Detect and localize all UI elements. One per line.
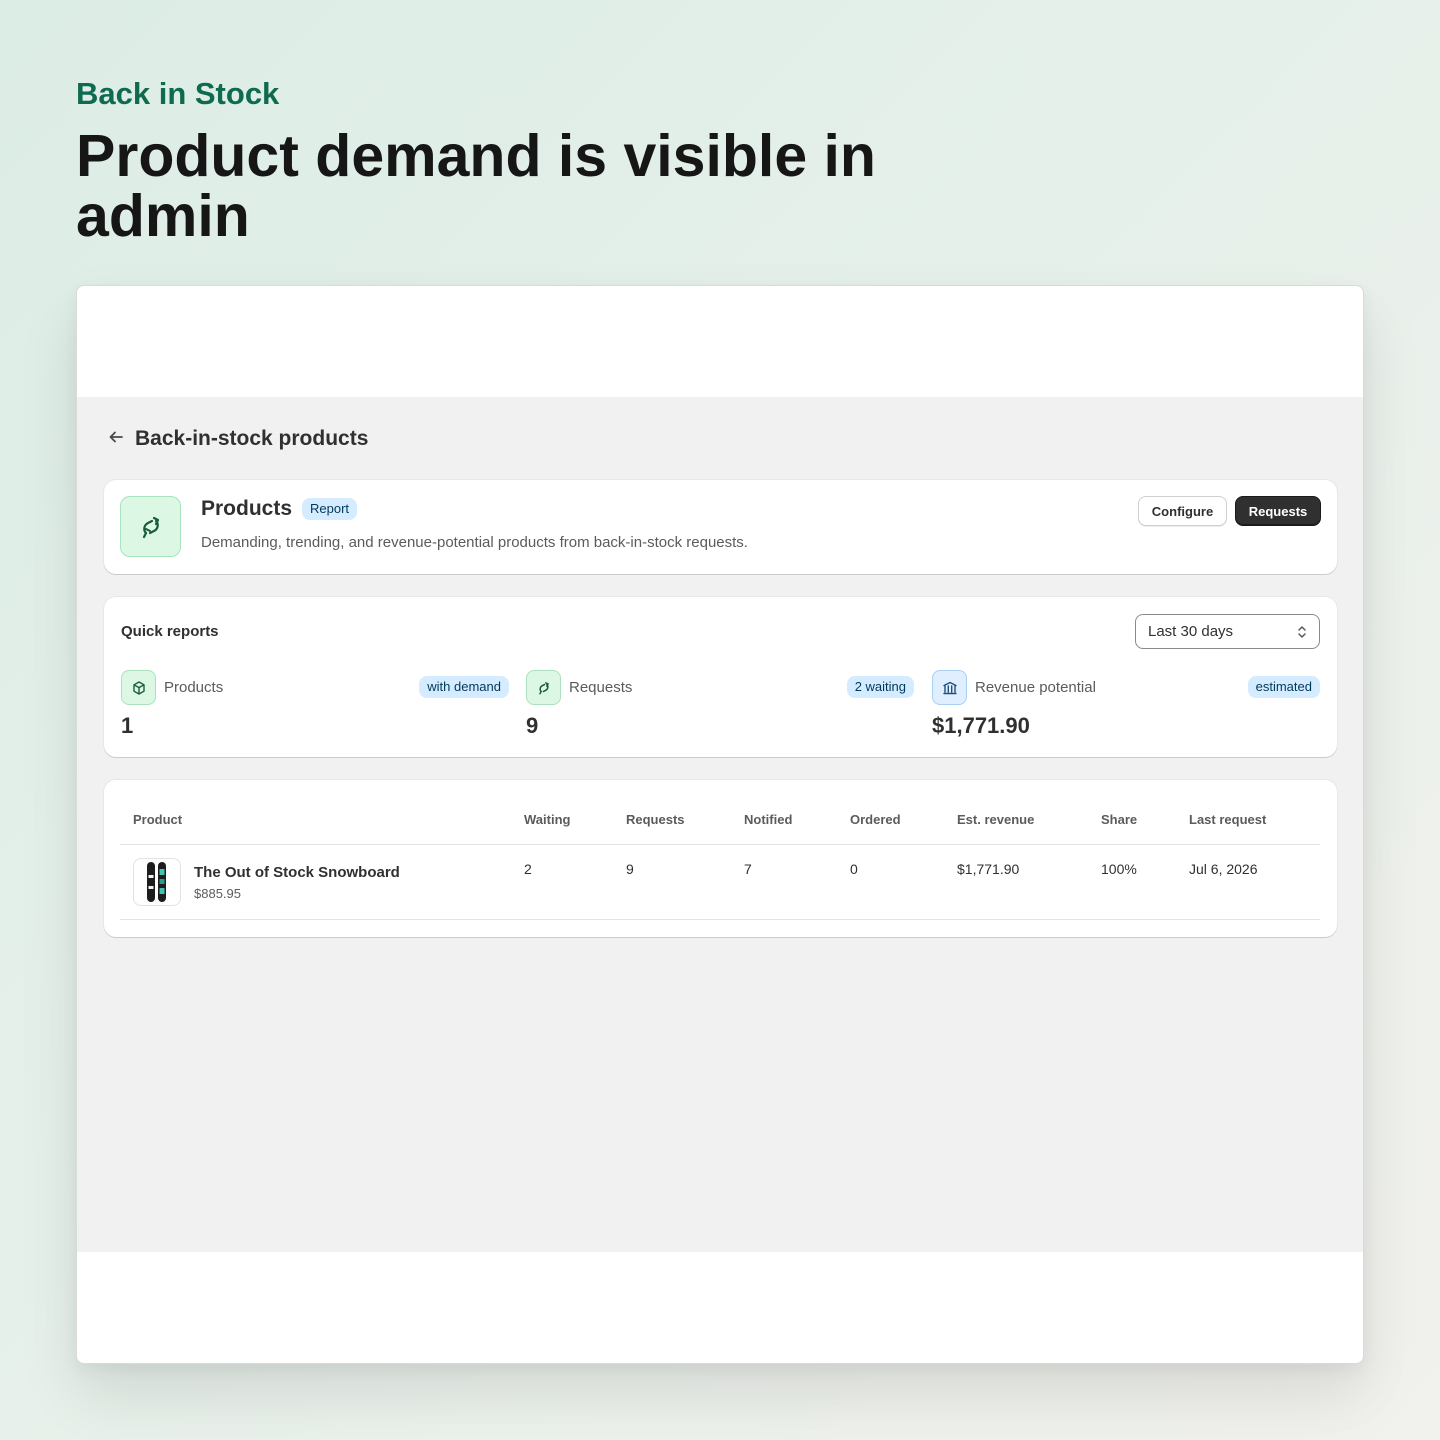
table-header-row: Product Waiting Requests Notified Ordere… [120, 796, 1320, 845]
page-header: Back-in-stock products [107, 423, 368, 455]
requests-button[interactable]: Requests [1235, 496, 1321, 526]
column-header-waiting[interactable]: Waiting [511, 796, 613, 845]
configure-button[interactable]: Configure [1138, 496, 1227, 526]
metric-value: 9 [526, 713, 539, 738]
admin-content: Back-in-stock products Products Report D… [77, 397, 1363, 1252]
metric-label: Revenue potential [975, 679, 1096, 696]
requests-cell: 9 [613, 844, 731, 920]
est-revenue-cell: $1,771.90 [944, 844, 1088, 920]
column-header-share[interactable]: Share [1088, 796, 1176, 845]
card-title: Products [201, 497, 293, 520]
report-badge: Report [302, 498, 358, 520]
metric-label: Requests [569, 679, 633, 696]
hero-title-row: Products Report [201, 497, 358, 521]
bank-icon [932, 670, 967, 705]
products-report-card: Products Report Demanding, trending, and… [104, 480, 1337, 574]
column-header-notified[interactable]: Notified [731, 796, 837, 845]
metric-badge: estimated [1247, 676, 1320, 698]
metric-requests: Requests 2 waiting 9 [526, 670, 914, 750]
column-header-requests[interactable]: Requests [613, 796, 731, 845]
package-icon [121, 670, 156, 705]
product-thumbnail [133, 857, 181, 906]
product-name[interactable]: The Out of Stock Snowboard [194, 864, 400, 881]
metric-value: 1 [121, 713, 134, 738]
quick-reports-card: Quick reports Last 30 days Products with… [104, 597, 1337, 757]
select-chevrons-icon [1297, 624, 1307, 640]
date-range-select[interactable]: Last 30 days [1135, 614, 1320, 649]
share-cell: 100% [1088, 844, 1176, 920]
notified-cell: 7 [731, 844, 837, 920]
page-title: Back-in-stock products [135, 427, 369, 450]
metric-value: $1,771.90 [932, 713, 1030, 738]
headline: Product demand is visible in admin [76, 123, 876, 249]
date-range-value: Last 30 days [1148, 623, 1234, 640]
products-table: Product Waiting Requests Notified Ordere… [120, 796, 1320, 920]
column-header-est-revenue[interactable]: Est. revenue [944, 796, 1088, 845]
metric-badge: with demand [419, 676, 509, 698]
products-table-card: Product Waiting Requests Notified Ordere… [104, 780, 1337, 937]
quick-reports-title: Quick reports [121, 623, 219, 640]
column-header-last-request[interactable]: Last request [1176, 796, 1320, 845]
column-header-product[interactable]: Product [120, 796, 511, 845]
metric-badge: 2 waiting [846, 676, 914, 698]
admin-window: Back-in-stock products Products Report D… [76, 285, 1364, 1364]
product-price: $885.95 [194, 885, 241, 901]
product-cell: The Out of Stock Snowboard $885.95 [120, 844, 511, 920]
column-header-ordered[interactable]: Ordered [837, 796, 944, 845]
last-request-cell: Jul 6, 2026 [1176, 844, 1320, 920]
metric-label: Products [164, 679, 224, 696]
table-row[interactable]: The Out of Stock Snowboard $885.95 2 9 7… [120, 844, 1320, 920]
arrow-left-icon[interactable] [107, 428, 125, 450]
metric-revenue: Revenue potential estimated $1,771.90 [932, 670, 1320, 750]
waiting-cell: 2 [511, 844, 613, 920]
ordered-cell: 0 [837, 844, 944, 920]
card-description: Demanding, trending, and revenue-potenti… [201, 534, 748, 551]
bell-request-icon [526, 670, 561, 705]
bell-request-icon [120, 496, 181, 557]
metric-products: Products with demand 1 [121, 670, 509, 750]
eyebrow-text: Back in Stock [76, 76, 280, 111]
